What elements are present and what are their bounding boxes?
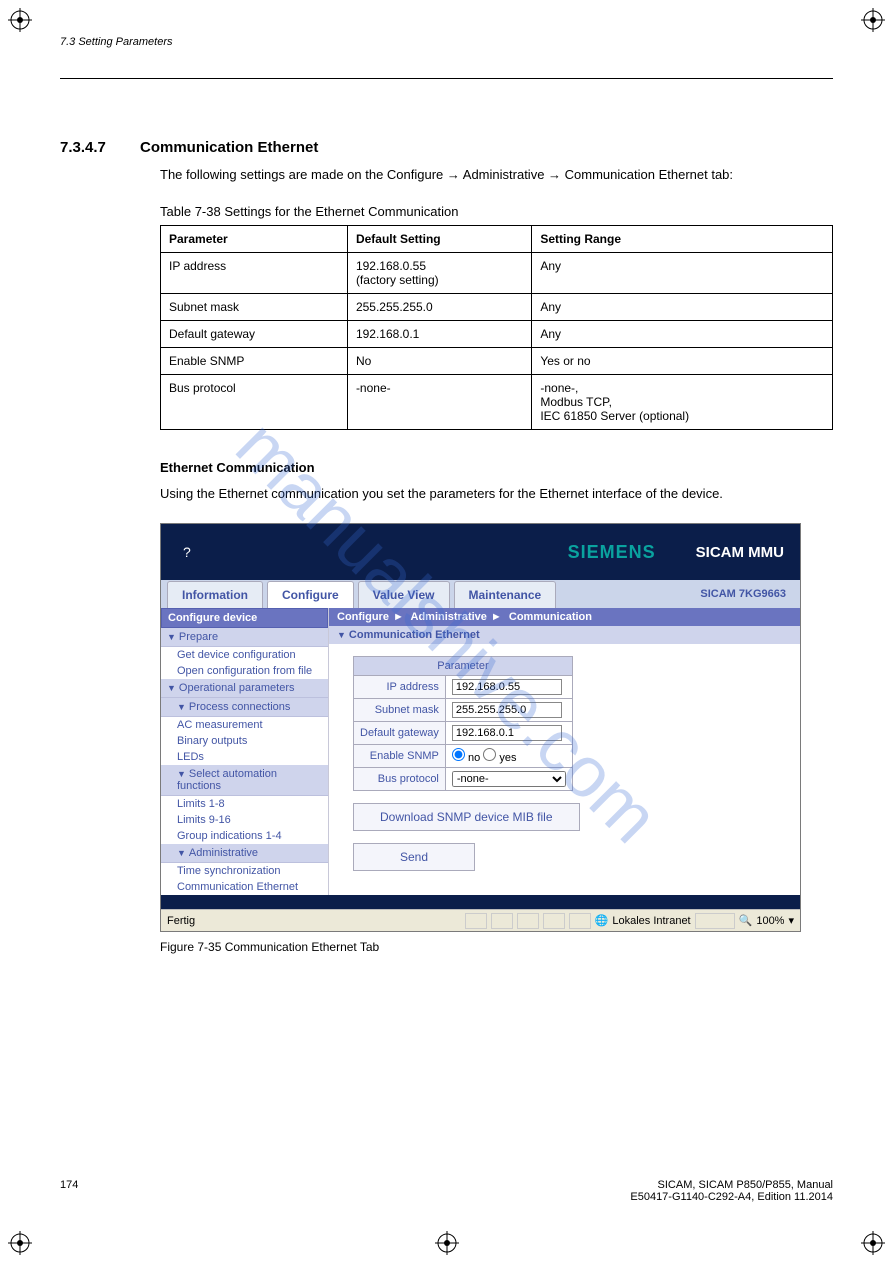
table-cell: -none-, Modbus TCP, IEC 61850 Server (op…	[532, 375, 833, 430]
mask-label: Subnet mask	[354, 699, 446, 722]
gateway-label: Default gateway	[354, 722, 446, 745]
breadcrumb: Configure► Administrative► Communication	[329, 608, 800, 626]
col-header: Setting Range	[532, 226, 833, 253]
table-cell: 255.255.255.0	[347, 294, 531, 321]
sidebar-item[interactable]: Limits 9-16	[161, 812, 328, 828]
ip-input[interactable]	[452, 679, 562, 695]
status-text: Fertig	[167, 915, 195, 927]
table-cell: Any	[532, 294, 833, 321]
sidebar-item[interactable]: Time synchronization	[161, 863, 328, 879]
ip-label: IP address	[354, 676, 446, 699]
sidebar-item[interactable]: Open configuration from file	[161, 663, 328, 679]
sidebar-group-operational[interactable]: Operational parameters	[161, 679, 328, 698]
tab-bar: Information Configure Value View Mainten…	[161, 580, 800, 608]
table-cell: 192.168.0.1	[347, 321, 531, 348]
chevron-down-icon[interactable]: ▾	[788, 914, 794, 927]
settings-table: Parameter Default Setting Setting Range …	[160, 225, 833, 430]
sidebar-item[interactable]: Binary outputs	[161, 733, 328, 749]
globe-icon: 🌐	[595, 914, 609, 927]
bus-label: Bus protocol	[354, 768, 446, 791]
breadcrumb-item[interactable]: Configure	[337, 611, 389, 623]
registration-mark-icon	[861, 1231, 885, 1255]
table-cell: Subnet mask	[161, 294, 348, 321]
sidebar: Configure device Prepare Get device conf…	[161, 608, 329, 895]
status-zone: Lokales Intranet	[612, 915, 690, 927]
running-head: 7.3 Setting Parameters	[60, 36, 833, 48]
page-footer: 174 SICAM, SICAM P850/P855, Manual E5041…	[60, 1179, 833, 1203]
table-cell: No	[347, 348, 531, 375]
table-cell: Enable SNMP	[161, 348, 348, 375]
table-cell: Default gateway	[161, 321, 348, 348]
sidebar-group-automation[interactable]: Select automation functions	[161, 765, 328, 796]
col-header: Default Setting	[347, 226, 531, 253]
tab-maintenance[interactable]: Maintenance	[454, 581, 557, 608]
subsection-title: Ethernet Communication	[160, 460, 833, 475]
status-bar: Fertig 🌐 Lokales Intranet 🔍 100% ▾	[161, 909, 800, 931]
page-number: 174	[60, 1179, 78, 1191]
table-cell: IP address	[161, 253, 348, 294]
sidebar-item[interactable]: AC measurement	[161, 717, 328, 733]
section-number: 7.3.4.7	[60, 139, 106, 156]
figure-caption: Figure 7-35 Communication Ethernet Tab	[160, 940, 833, 954]
footer-doc: SICAM, SICAM P850/P855, Manual	[630, 1179, 833, 1191]
sidebar-group-prepare[interactable]: Prepare	[161, 628, 328, 647]
table-caption: Table 7-38 Settings for the Ethernet Com…	[160, 204, 833, 219]
registration-mark-icon	[8, 8, 32, 32]
sidebar-item[interactable]: LEDs	[161, 749, 328, 765]
table-cell: Any	[532, 321, 833, 348]
brand-logo: SIEMENS	[568, 542, 656, 563]
zoom-icon[interactable]: 🔍	[739, 914, 753, 927]
tab-value-view[interactable]: Value View	[358, 581, 450, 608]
sidebar-item[interactable]: Limits 1-8	[161, 796, 328, 812]
col-header: Parameter	[161, 226, 348, 253]
snmp-yes-label: yes	[499, 752, 516, 764]
table-cell: Bus protocol	[161, 375, 348, 430]
snmp-no-label: no	[468, 752, 480, 764]
footer-ref: E50417-G1140-C292-A4, Edition 11.2014	[630, 1191, 833, 1203]
send-button[interactable]: Send	[353, 843, 475, 871]
mask-input[interactable]	[452, 702, 562, 718]
bus-select[interactable]: -none-	[452, 771, 566, 787]
panel-title: Communication Ethernet	[329, 626, 800, 644]
intro-text: The following settings are made on the C…	[160, 166, 833, 184]
parameter-table: Parameter IP address Subnet mask Default…	[353, 656, 573, 791]
download-mib-button[interactable]: Download SNMP device MIB file	[353, 803, 580, 831]
device-label: SICAM 7KG9663	[700, 588, 794, 600]
breadcrumb-item: Communication	[509, 611, 592, 623]
table-cell: Any	[532, 253, 833, 294]
snmp-yes-radio[interactable]	[483, 748, 496, 761]
section-heading: 7.3.4.7 Communication Ethernet	[60, 139, 833, 156]
screenshot-figure: ? SIEMENS SICAM MMU Information Configur…	[160, 523, 801, 932]
registration-mark-icon	[861, 8, 885, 32]
sidebar-item-comm-ethernet[interactable]: Communication Ethernet	[161, 879, 328, 895]
section-title: Communication Ethernet	[140, 139, 833, 156]
sidebar-group-administrative[interactable]: Administrative	[161, 844, 328, 863]
registration-mark-icon	[8, 1231, 32, 1255]
tab-information[interactable]: Information	[167, 581, 263, 608]
snmp-label: Enable SNMP	[354, 745, 446, 768]
gateway-input[interactable]	[452, 725, 562, 741]
sidebar-item[interactable]: Get device configuration	[161, 647, 328, 663]
sidebar-item[interactable]: Group indications 1-4	[161, 828, 328, 844]
help-icon[interactable]: ?	[183, 544, 191, 560]
table-cell: -none-	[347, 375, 531, 430]
registration-mark-icon	[435, 1231, 459, 1255]
zoom-level[interactable]: 100%	[756, 915, 784, 927]
product-name: SICAM MMU	[696, 544, 784, 561]
table-cell: Yes or no	[532, 348, 833, 375]
app-banner: ? SIEMENS SICAM MMU	[161, 524, 800, 580]
param-header: Parameter	[354, 657, 573, 676]
tab-configure[interactable]: Configure	[267, 581, 354, 608]
table-cell: 192.168.0.55 (factory setting)	[347, 253, 531, 294]
breadcrumb-item[interactable]: Administrative	[411, 611, 487, 623]
sidebar-header: Configure device	[161, 608, 328, 628]
snmp-no-radio[interactable]	[452, 748, 465, 761]
sidebar-group-process[interactable]: Process connections	[161, 698, 328, 717]
subsection-body: Using the Ethernet communication you set…	[160, 485, 833, 503]
